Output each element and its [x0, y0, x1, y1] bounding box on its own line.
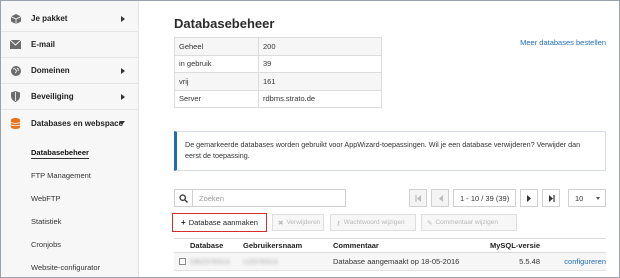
- column-header-mysql-version[interactable]: MySQL-versie: [478, 241, 540, 250]
- stats-label: Server: [174, 89, 259, 108]
- sidebar-item-label: Beveiliging: [31, 92, 74, 101]
- subnav-cronjobs[interactable]: Cronjobs: [31, 240, 61, 249]
- stats-label: Geheel: [174, 37, 259, 56]
- column-header-comment[interactable]: Commentaar: [333, 241, 478, 250]
- prev-page-button[interactable]: [431, 189, 449, 207]
- sidebar: Je pakket E-mail Domeinen Beveiliging Da…: [1, 1, 139, 277]
- more-databases-link[interactable]: Meer databases bestellen: [520, 38, 606, 47]
- sidebar-item-databases-webspace[interactable]: Databases en webspace: [1, 110, 139, 136]
- per-page-select[interactable]: 10: [568, 189, 606, 207]
- chevron-down-icon: [119, 121, 125, 125]
- change-password-button[interactable]: ⚷ Wachtwoord wijzigen: [330, 214, 416, 231]
- stats-row: Server rdbms.strato.de: [174, 89, 382, 108]
- sidebar-item-label: E-mail: [31, 40, 56, 49]
- sidebar-item-label: Je pakket: [31, 14, 68, 23]
- stats-value: 200: [258, 37, 382, 56]
- comment-cell: Database aangemaakt op 18-05-2016: [333, 257, 460, 266]
- change-comment-label: Commentaar wijzigen: [435, 219, 498, 226]
- shield-icon: [10, 91, 21, 102]
- stats-row: Geheel 200: [174, 37, 382, 56]
- subnav-website-configurator[interactable]: Website-configurator: [31, 263, 100, 272]
- last-page-button[interactable]: [542, 189, 561, 207]
- stats-label: in gebruik: [174, 54, 259, 73]
- package-icon: [10, 13, 21, 24]
- info-notice: De gemarkeerde databases worden gebruikt…: [174, 131, 606, 171]
- column-header-database[interactable]: Database: [190, 241, 243, 250]
- chevron-right-icon: [121, 93, 125, 100]
- subnav-ftp-management[interactable]: FTP Management: [31, 171, 91, 180]
- envelope-icon: [10, 39, 21, 50]
- stats-value: 161: [258, 72, 382, 91]
- sidebar-item-domeinen[interactable]: Domeinen: [1, 58, 139, 84]
- subnav-webftp[interactable]: WebFTP: [31, 194, 60, 203]
- chevron-right-icon: [121, 15, 125, 22]
- sidebar-item-label: Databases en webspace: [31, 118, 124, 128]
- globe-icon: [10, 65, 21, 76]
- sidebar-item-email[interactable]: E-mail: [1, 32, 139, 58]
- stats-row: vrij 161: [174, 72, 382, 91]
- change-password-label: Wachtwoord wijzigen: [343, 219, 405, 226]
- subnav-databasebeheer[interactable]: Databasebeheer: [31, 148, 89, 159]
- configure-link[interactable]: configureren: [540, 257, 606, 266]
- first-page-button[interactable]: [409, 189, 427, 207]
- mysql-version-cell: 5.5.48: [519, 257, 540, 266]
- username-cell: U2578314: [243, 257, 278, 266]
- column-header-username[interactable]: Gebruikersnaam: [243, 241, 333, 250]
- search-icon[interactable]: [175, 190, 193, 206]
- database-table: Database Gebruikersnaam Commentaar MySQL…: [174, 238, 606, 271]
- caret-down-icon: [596, 197, 600, 200]
- database-stats-table: Geheel 200 in gebruik 39 vrij 161 Server rdb…: [174, 37, 382, 108]
- database-name-cell: DB2578314: [190, 257, 230, 266]
- stats-value: rdbms.strato.de: [258, 89, 382, 108]
- delete-label: Verwijderen: [286, 219, 321, 226]
- create-database-button[interactable]: + Database aanmaken: [172, 213, 267, 232]
- page-title: Databasebeheer: [174, 16, 275, 31]
- create-database-label: Database aanmaken: [188, 218, 258, 227]
- last-page-icon: [548, 194, 555, 202]
- stats-label: vrij: [174, 72, 259, 91]
- change-comment-button[interactable]: ✎ Commentaar wijzigen: [421, 214, 517, 231]
- stats-value: 39: [258, 54, 382, 73]
- prev-page-icon: [438, 194, 443, 202]
- pencil-icon: ✎: [427, 219, 433, 227]
- table-header: Database Gebruikersnaam Commentaar MySQL…: [174, 238, 606, 253]
- first-page-icon: [414, 194, 421, 202]
- trash-icon: ✖: [278, 219, 284, 227]
- plus-icon: +: [181, 218, 186, 227]
- page-info: 1 - 10 / 39 (39): [453, 189, 517, 207]
- sidebar-item-je-pakket[interactable]: Je pakket: [1, 6, 139, 32]
- sidebar-item-beveiliging[interactable]: Beveiliging: [1, 84, 139, 110]
- pagination: 1 - 10 / 39 (39): [409, 189, 564, 207]
- search-input[interactable]: [193, 193, 343, 203]
- row-check-cell: [174, 258, 190, 265]
- row-checkbox[interactable]: [178, 258, 186, 265]
- search-field[interactable]: [174, 189, 346, 207]
- sidebar-item-label: Domeinen: [31, 66, 70, 75]
- per-page-value: 10: [575, 193, 584, 203]
- stats-row: in gebruik 39: [174, 54, 382, 73]
- subnav-statistiek[interactable]: Statistiek: [31, 217, 61, 226]
- delete-button[interactable]: ✖ Verwijderen: [272, 214, 324, 231]
- database-icon: [10, 117, 21, 129]
- next-page-button[interactable]: [520, 189, 539, 207]
- next-page-icon: [526, 194, 531, 202]
- chevron-right-icon: [121, 67, 125, 74]
- key-icon: ⚷: [336, 219, 341, 227]
- table-row: DB2578314 U2578314 Database aangemaakt o…: [174, 253, 606, 271]
